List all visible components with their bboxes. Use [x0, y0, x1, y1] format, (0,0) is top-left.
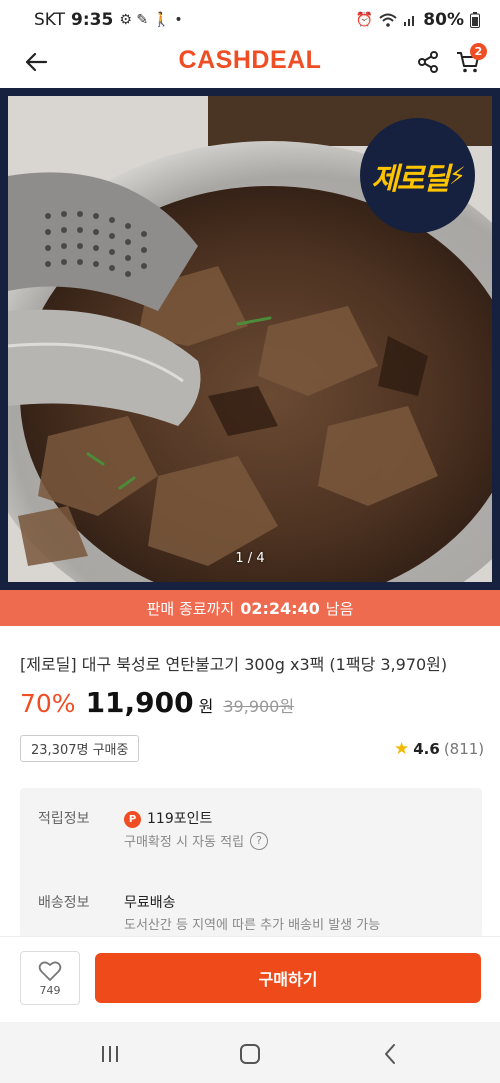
status-time: 9:35: [71, 10, 114, 30]
home-icon: [240, 1044, 260, 1064]
price-row: 70% 11,900 원 39,900원: [20, 686, 294, 722]
original-price: 39,900원: [223, 697, 295, 716]
help-icon[interactable]: ?: [250, 831, 269, 850]
bottom-action-bar: 749 구매하기: [0, 936, 500, 1022]
discount-rate: 70%: [20, 689, 76, 718]
buy-button[interactable]: 구매하기: [95, 953, 481, 1003]
share-button[interactable]: [412, 46, 444, 78]
product-title: [제로딜] 대구 북성로 연탄불고기 300g x3팩 (1팩당 3,970원): [20, 655, 448, 674]
chevron-left-icon: [385, 1044, 395, 1064]
battery-icon: [470, 12, 480, 28]
like-button[interactable]: 749: [20, 951, 80, 1005]
system-navigation-bar: [0, 1022, 500, 1083]
shipping-value: 무료배송: [124, 895, 176, 911]
points-value: 119포인트: [147, 811, 213, 827]
product-image[interactable]: 제로딜 ⚡ 1 / 4: [8, 96, 492, 582]
status-bar: SKT 9:35 ⚙ ✎ 🚶 • ⏰ 80%: [0, 0, 500, 40]
purchase-info-box: 적립정보 P 119포인트 구매확정 시 자동 적립 ? 배송정보 무료배송 도서…: [20, 788, 482, 938]
system-back-button[interactable]: [376, 1040, 404, 1068]
battery-percent: 80%: [423, 10, 464, 30]
app-header: CASHDEAL 2: [0, 40, 500, 84]
gallery-page-indicator: 1 / 4: [235, 551, 265, 566]
points-icon: P: [124, 810, 141, 828]
review-count: (811): [443, 740, 485, 758]
cart-button[interactable]: 2: [452, 43, 487, 78]
points-note: 구매확정 시 자동 적립: [124, 835, 245, 850]
heart-icon: [38, 961, 62, 981]
zerodeal-badge: 제로딜 ⚡: [360, 118, 475, 233]
signal-icon: [404, 16, 415, 26]
points-label: 적립정보: [38, 811, 90, 827]
recent-apps-button[interactable]: [96, 1040, 124, 1068]
points-value-row: P 119포인트: [124, 808, 212, 828]
currency-unit: 원: [198, 697, 214, 716]
countdown-suffix: 남음: [325, 599, 354, 618]
shipping-note: 도서산간 등 지역에 따른 추가 배송비 발생 가능: [124, 918, 381, 933]
countdown-prefix: 판매 종료까지: [146, 599, 235, 618]
sale-price: 11,900: [85, 686, 194, 719]
home-button[interactable]: [236, 1040, 264, 1068]
rating-score: 4.6: [413, 740, 440, 758]
cart-count-badge: 2: [470, 43, 487, 60]
points-note-row: 구매확정 시 자동 적립 ?: [124, 831, 269, 850]
wifi-icon: [379, 13, 397, 27]
zerodeal-badge-text: 제로딜: [371, 161, 450, 197]
carrier-label: SKT: [34, 10, 66, 30]
star-icon: ★: [394, 739, 410, 759]
share-icon: [418, 51, 438, 73]
recent-apps-icon: [102, 1046, 118, 1062]
like-count: 749: [39, 983, 61, 997]
alarm-icon: ⏰: [355, 12, 374, 28]
notification-icon: ⚙ ✎ 🚶 •: [119, 12, 183, 28]
product-image-gallery[interactable]: 제로딜 ⚡ 1 / 4: [0, 88, 500, 590]
lightning-icon: ⚡: [448, 161, 466, 190]
countdown-time: 02:24:40: [240, 598, 320, 618]
shipping-label: 배송정보: [38, 895, 90, 911]
rating-summary[interactable]: ★ 4.6 (811): [394, 739, 484, 759]
buyers-count-badge: 23,307명 구매중: [20, 735, 140, 762]
sale-countdown-bar: 판매 종료까지 02:24:40 남음: [0, 590, 500, 626]
